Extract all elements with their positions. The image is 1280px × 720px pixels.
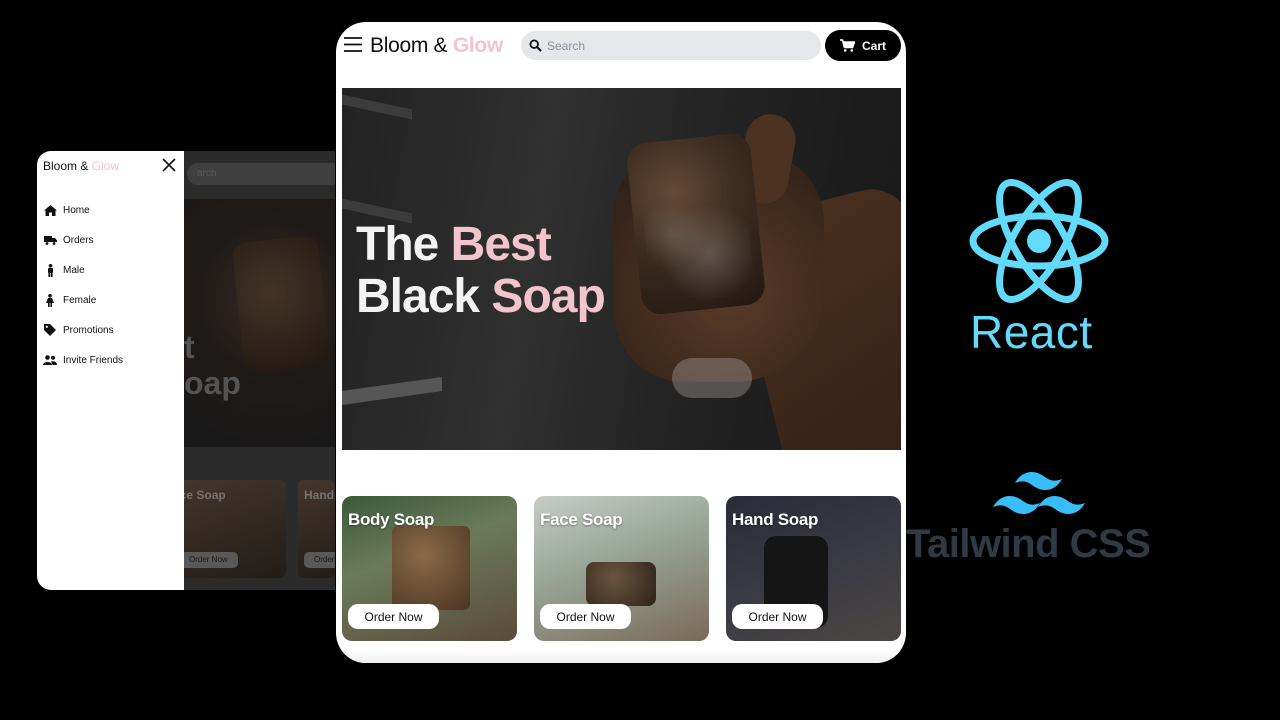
product-card-title: Hand Soap <box>732 510 819 529</box>
cart-icon <box>839 39 855 52</box>
sidebar-item-orders[interactable]: Orders <box>43 225 123 255</box>
users-icon <box>43 354 57 366</box>
react-label: React <box>970 306 1093 358</box>
home-icon <box>43 204 57 216</box>
order-now-button[interactable]: Order Now <box>540 604 631 629</box>
order-now-button[interactable]: Order Now <box>348 604 439 629</box>
truck-icon <box>43 234 57 246</box>
close-icon[interactable] <box>161 157 177 173</box>
hero-text-accent: Best <box>450 218 552 271</box>
sidebar-nav: Home Orders Male Female Promotions Invit… <box>43 195 123 375</box>
hero-title: The Best Black Soap <box>356 219 606 323</box>
hero-line-2: Black Soap <box>356 270 606 323</box>
brand-logo[interactable]: Bloom & Glow <box>370 34 503 58</box>
soap-bar-image <box>586 562 656 606</box>
react-logo-icon <box>969 178 1109 304</box>
logo-text-main: Bloom & <box>43 159 92 173</box>
soap-bar-image <box>392 526 470 610</box>
sidebar-item-label: Promotions <box>63 324 114 336</box>
logo-text-main: Bloom & <box>370 34 453 57</box>
sidebar-item-female[interactable]: Female <box>43 285 123 315</box>
product-card-title: Body Soap <box>348 510 435 529</box>
sidebar-item-label: Male <box>63 264 85 276</box>
sidebar-item-label: Female <box>63 294 97 306</box>
cart-label: Cart <box>861 38 886 53</box>
hero-text: The <box>356 218 451 271</box>
sidebar-item-promotions[interactable]: Promotions <box>43 315 123 345</box>
product-card-body-soap[interactable]: Body Soap Order Now <box>342 496 517 641</box>
product-card-hand-soap[interactable]: Hand Soap Order Now <box>726 496 901 641</box>
hero-text-accent: Soap <box>491 270 605 323</box>
sidebar-item-label: Invite Friends <box>63 354 124 366</box>
hero-text: Black <box>356 270 492 323</box>
page-footer-fade <box>336 650 906 663</box>
navbar: Bloom & Glow Cart <box>336 22 906 68</box>
sidebar-item-male[interactable]: Male <box>43 255 123 285</box>
product-card-title: Face Soap <box>540 510 623 529</box>
tailwind-logo-icon <box>993 471 1085 515</box>
search-icon <box>529 39 542 52</box>
sidebar-item-label: Orders <box>63 234 94 246</box>
logo-text-accent: Glow <box>91 159 120 173</box>
sidebar-drawer: Bloom & Glow Home Orders Male Female Pro… <box>37 151 184 590</box>
search-input[interactable] <box>547 31 815 60</box>
cart-button[interactable]: Cart <box>825 30 901 61</box>
product-cards: Body Soap Order Now Face Soap Order Now … <box>342 496 901 641</box>
product-card-face-soap[interactable]: Face Soap Order Now <box>534 496 709 641</box>
tag-icon <box>43 324 57 336</box>
sidebar-item-invite-friends[interactable]: Invite Friends <box>43 345 123 375</box>
order-now-button[interactable]: Order Now <box>732 604 823 629</box>
tailwind-label: Tailwind CSS <box>906 522 1151 566</box>
sidebar-preview-mockup: arch t oap ace Soap Order Now Hand Order… <box>37 151 335 590</box>
female-icon <box>43 293 57 307</box>
main-app-mockup: Bloom & Glow Cart The Best <box>336 22 906 663</box>
logo-text-accent: Glow <box>452 34 503 57</box>
sidebar-item-label: Home <box>63 204 90 216</box>
male-icon <box>43 263 57 277</box>
search-bar <box>521 31 821 60</box>
hero-banner: The Best Black Soap <box>342 88 901 450</box>
hamburger-icon[interactable] <box>344 37 362 52</box>
sidebar-logo: Bloom & Glow <box>43 159 119 173</box>
sidebar-item-home[interactable]: Home <box>43 195 123 225</box>
hero-line-1: The Best <box>356 219 605 271</box>
